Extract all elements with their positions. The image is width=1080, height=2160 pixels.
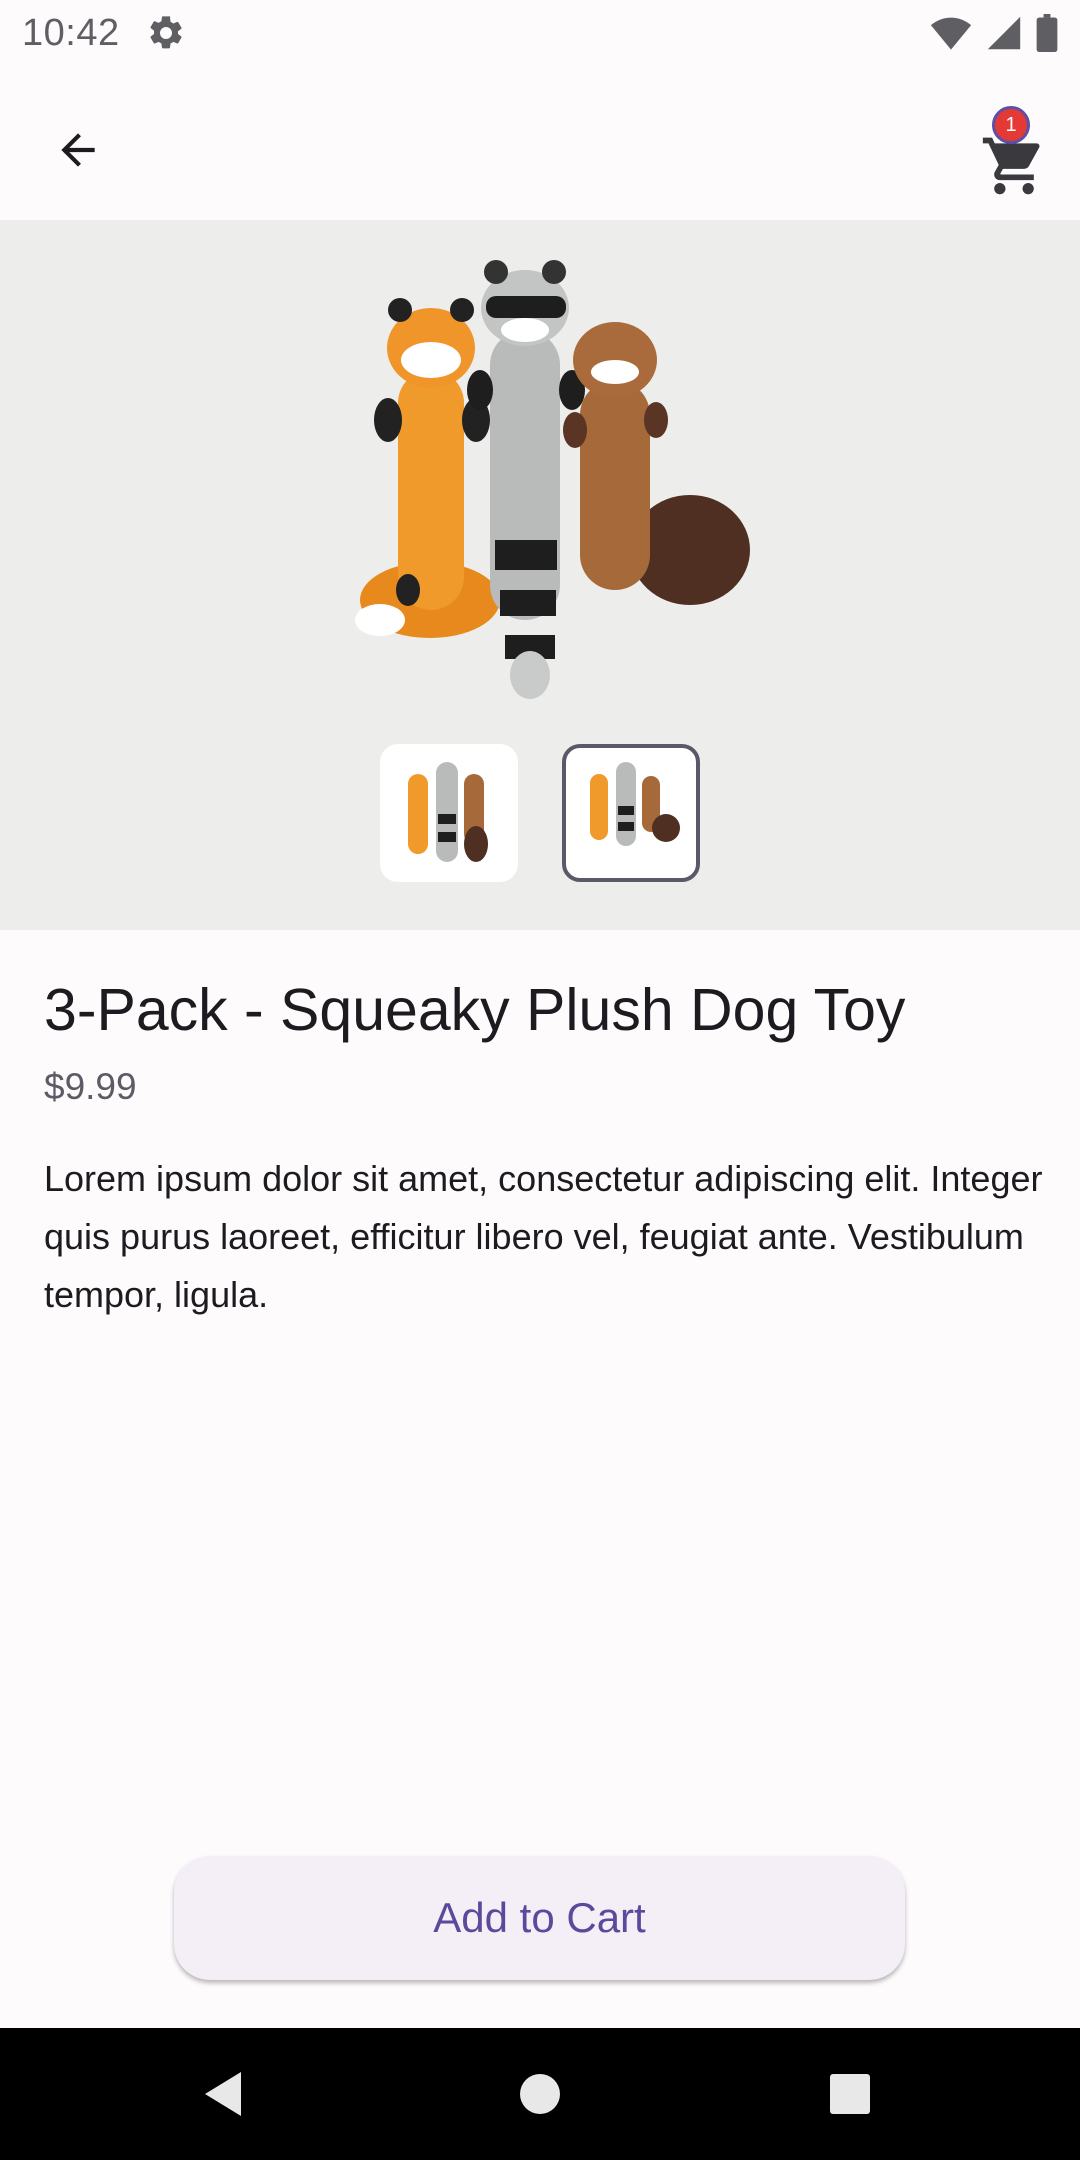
status-bar: 10:42 [0,0,1080,66]
product-price: $9.99 [44,1066,137,1107]
status-icons [930,14,1058,52]
fox-toy-image [355,298,500,638]
product-main-image[interactable] [290,260,790,720]
system-navigation-bar [0,2028,1080,2160]
thumbnail-2-selected[interactable] [562,744,700,882]
product-title: 3-Pack - Squeaky Plush Dog Toy [44,977,906,1043]
status-time: 10:42 [22,11,120,54]
cart-button[interactable]: 1 [970,106,1058,206]
product-gallery [0,220,1080,930]
settings-gear-icon [150,16,182,49]
nav-recents-icon[interactable] [820,2064,880,2124]
thumbnail-image [408,762,488,862]
add-to-cart-label: Add to Cart [433,1894,646,1941]
nav-home-icon[interactable] [510,2064,570,2124]
nav-back-icon[interactable] [195,2064,255,2124]
add-to-cart-button[interactable]: Add to Cart [174,1856,905,1980]
wifi-icon [930,17,972,50]
top-app-bar: 1 [0,66,1080,220]
cellular-signal-icon [987,16,1021,50]
thumbnail-1[interactable] [380,744,518,882]
thumbnail-image [590,762,680,846]
cart-count-badge: 1 [992,106,1030,144]
squirrel-toy-image [563,322,750,605]
product-detail-screen: 10:42 1 3-Pack - Squeaky Plush Dog Toy $… [0,0,1080,2160]
arrow-back-icon [61,133,95,167]
raccoon-toy-image [467,260,585,699]
product-description: Lorem ipsum dolor sit amet, consectetur … [44,1158,1043,1315]
back-button[interactable] [38,110,118,190]
battery-icon [1036,14,1058,52]
